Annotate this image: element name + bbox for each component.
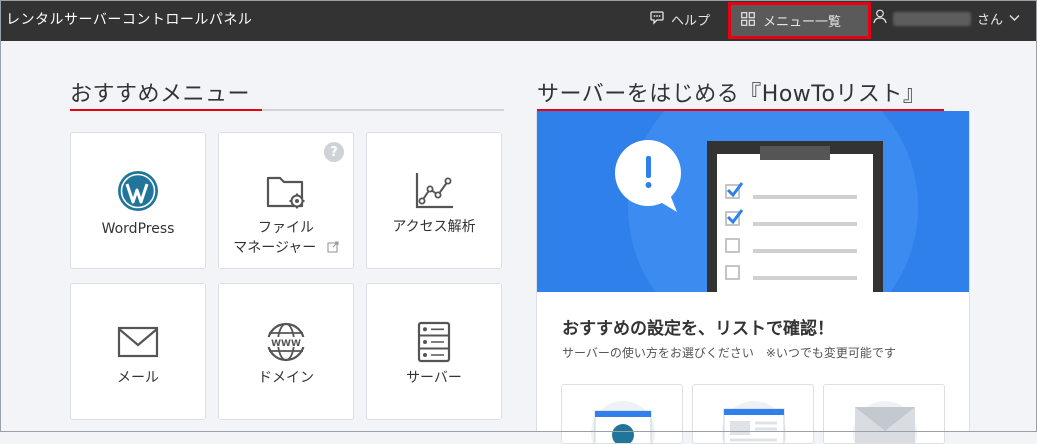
chat-bubble-icon [649,9,665,29]
svg-text:WWW: WWW [271,339,301,349]
globe-www-icon: WWW [219,320,353,364]
recommended-menu-title: おすすめメニュー [70,82,251,107]
top-navigation-bar: レンタルサーバーコントロールパネル ヘルプ メニュー一覧 さん [0,0,1037,41]
username-blurred [893,11,971,26]
tile-mail[interactable]: メール [70,283,206,420]
tile-server[interactable]: サーバー [366,283,502,420]
tile-label-line2: マネージャー [233,240,317,256]
envelope-icon [71,320,205,364]
external-link-icon [327,240,339,259]
tile-label-line1: ファイル [258,220,314,236]
grid-icon [741,11,755,30]
tile-label: サーバー [406,370,462,386]
usage-option-website[interactable] [692,384,814,444]
help-question-icon[interactable]: ? [324,142,344,162]
tile-label: アクセス解析 [392,219,476,235]
tile-wordpress[interactable]: WordPress [70,132,206,269]
menu-list-button[interactable]: メニュー一覧 [728,2,871,39]
howto-list-title: サーバーをはじめる『HowToリスト』 [537,82,926,107]
tile-label: WordPress [101,221,175,237]
usage-option-mail[interactable] [823,384,945,444]
website-illustration-icon [722,401,786,443]
user-icon [873,9,887,28]
howto-hero-illustration [537,111,969,292]
tile-access-analysis[interactable]: アクセス解析 [366,132,502,269]
tile-label: メール [117,370,159,386]
line-chart-icon [367,169,501,213]
usage-option-wordpress[interactable] [561,384,683,444]
howto-card[interactable]: おすすめの設定を、リストで確認！ サーバーの使い方をお選びください ※いつでも変… [536,111,970,444]
brand-title: レンタルサーバーコントロールパネル [6,12,253,28]
menu-list-label: メニュー一覧 [763,15,842,30]
howto-card-subtitle: サーバーの使い方をお選びください ※いつでも変更可能です [562,346,896,360]
help-label: ヘルプ [671,13,711,29]
section-accent-line [70,109,262,111]
user-suffix: さん [977,13,1004,28]
server-icon [367,320,501,364]
tile-file-manager[interactable]: ? ファイル マネージャー [218,132,354,269]
wordpress-icon [71,169,205,213]
folder-gear-icon [219,169,353,213]
wordpress-site-illustration-icon [591,401,655,443]
user-menu[interactable]: さん [873,9,1020,28]
howto-card-title: おすすめの設定を、リストで確認！ [562,319,834,339]
tile-domain[interactable]: WWW ドメイン [218,283,354,420]
tile-label: ドメイン [258,370,314,386]
help-link[interactable]: ヘルプ [649,8,710,30]
mail-illustration-icon [853,401,917,443]
chevron-down-icon [1009,11,1020,26]
